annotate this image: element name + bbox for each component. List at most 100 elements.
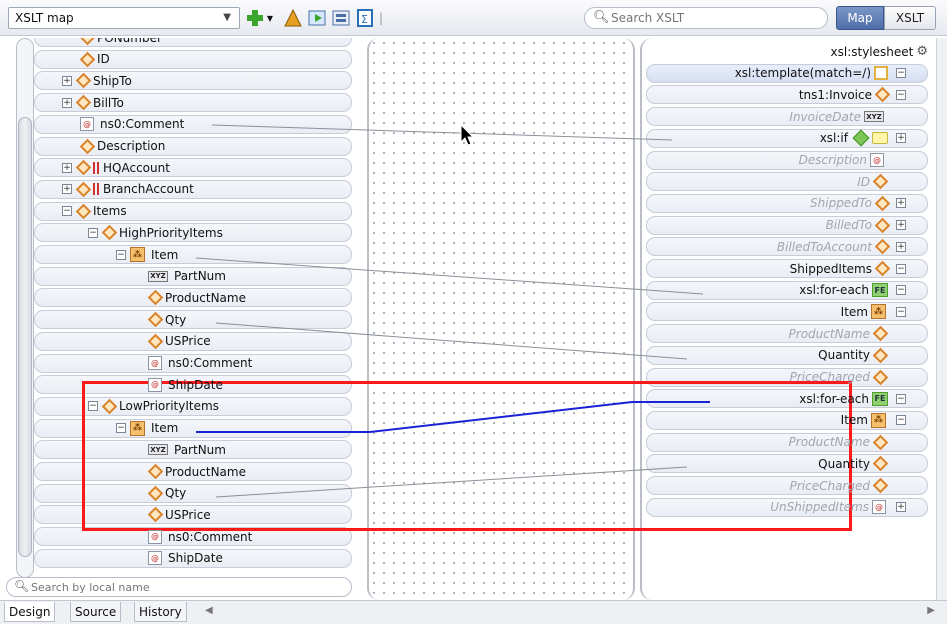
target-tree-row[interactable]: Quantity — [642, 345, 936, 366]
test-icon[interactable] — [306, 7, 328, 29]
expand-icon[interactable]: + — [896, 133, 906, 144]
source-tree-row[interactable]: @ ShipDate — [0, 374, 360, 395]
element-icon — [75, 181, 92, 198]
source-tree-row[interactable]: Qty — [0, 483, 360, 504]
mapping-canvas[interactable] — [367, 38, 635, 600]
expand-icon[interactable]: + — [896, 241, 906, 252]
collapse-icon[interactable]: − — [62, 206, 72, 217]
target-tree-row[interactable]: ProductName — [642, 323, 936, 344]
source-tree-row[interactable]: USPrice — [0, 331, 360, 352]
target-tree-row[interactable]: Item ⁂ − — [642, 301, 936, 322]
target-tree-row[interactable]: BilledToAccount + — [642, 236, 936, 257]
source-node-label: HQAccount — [103, 160, 170, 175]
source-tree-row[interactable]: ProductName — [0, 461, 360, 482]
target-tree-row[interactable]: xsl:stylesheet ⚙ — [642, 41, 936, 62]
local-name-search-input[interactable] — [31, 580, 331, 594]
source-tree-row[interactable]: − HighPriorityItems — [0, 222, 360, 243]
target-tree-row[interactable]: PriceCharged — [642, 367, 936, 388]
tab-source[interactable]: Source — [70, 602, 122, 622]
add-icon[interactable] — [244, 7, 266, 29]
element-icon — [147, 311, 164, 328]
collapse-icon[interactable]: − — [896, 89, 906, 100]
collapse-icon[interactable]: − — [896, 263, 906, 274]
source-tree-row[interactable]: @ ns0:Comment — [0, 114, 360, 135]
source-tree-row[interactable]: @ ShipDate — [0, 548, 360, 569]
target-tree-row[interactable]: InvoiceDate XYZ — [642, 106, 936, 127]
element-icon — [874, 87, 891, 103]
scroll-left-icon[interactable]: ◀ — [205, 605, 213, 616]
source-tree-row[interactable]: ID — [0, 49, 360, 70]
target-tree-scrollbar[interactable] — [936, 38, 947, 600]
expand-icon[interactable]: + — [62, 162, 72, 173]
target-tree-row[interactable]: ProductName — [642, 432, 936, 453]
collapse-icon[interactable]: − — [116, 423, 126, 434]
collapse-icon[interactable]: − — [88, 401, 98, 412]
tab-design[interactable]: Design — [4, 602, 56, 622]
target-tree-row[interactable]: UnShippedItems @ + — [642, 497, 936, 518]
report-icon[interactable]: Σ — [354, 7, 376, 29]
collapse-icon[interactable]: − — [896, 285, 906, 296]
source-node-label: BillTo — [93, 95, 124, 110]
target-tree-row[interactable]: Quantity — [642, 453, 936, 474]
source-tree-row[interactable]: @ ns0:Comment — [0, 353, 360, 374]
element-icon — [874, 217, 891, 233]
collapse-icon[interactable]: − — [116, 249, 126, 260]
target-tree-row[interactable]: tns1:Invoice − — [642, 84, 936, 105]
expand-icon[interactable]: + — [62, 184, 72, 195]
source-tree-row[interactable]: + BranchAccount — [0, 179, 360, 200]
source-tree-row[interactable]: − LowPriorityItems — [0, 396, 360, 417]
target-tree-row[interactable]: ShippedItems − — [642, 258, 936, 279]
expand-icon[interactable]: + — [896, 198, 906, 209]
source-tree-row[interactable]: PONumber — [0, 38, 360, 48]
source-tree-row[interactable]: − ⁂ Item — [0, 244, 360, 265]
source-tree-row[interactable]: XYZ PartNum — [0, 439, 360, 460]
target-tree-row[interactable]: xsl:template(match=/) − — [642, 63, 936, 84]
local-name-search-box[interactable]: 🔍︎ — [6, 577, 352, 597]
tab-history[interactable]: History — [134, 602, 187, 622]
source-tree-row[interactable]: Qty — [0, 309, 360, 330]
collapse-icon[interactable]: − — [896, 393, 906, 404]
target-tree-row[interactable]: xsl:for-each FE − — [642, 388, 936, 409]
choice-marker-icon — [93, 183, 99, 196]
source-tree-row[interactable]: + ShipTo — [0, 70, 360, 91]
source-tree-row[interactable]: @ ns0:Comment — [0, 526, 360, 547]
target-tree-row[interactable]: BilledTo + — [642, 215, 936, 236]
expand-icon[interactable]: + — [896, 502, 906, 513]
collapse-icon[interactable]: − — [896, 415, 906, 426]
map-selector-combo[interactable]: XSLT map ▼ — [8, 7, 240, 29]
target-tree-row[interactable]: Description @ — [642, 150, 936, 171]
xslt-search-box[interactable]: 🔍︎ — [584, 7, 828, 29]
source-tree-row[interactable]: ProductName — [0, 287, 360, 308]
target-tree-row[interactable]: xsl:if + — [642, 128, 936, 149]
xslt-search-input[interactable] — [611, 10, 821, 26]
execute-icon[interactable] — [330, 7, 352, 29]
collapse-icon[interactable]: − — [88, 227, 98, 238]
xslt-view-button[interactable]: XSLT — [884, 6, 936, 30]
source-tree-row[interactable]: XYZ PartNum — [0, 266, 360, 287]
element-icon — [147, 507, 164, 523]
target-tree-row[interactable]: PriceCharged — [642, 475, 936, 496]
target-tree-row[interactable]: Item ⁂ − — [642, 410, 936, 431]
scroll-right-icon[interactable]: ▶ — [927, 605, 935, 616]
attribute-icon: @ — [148, 529, 162, 544]
collapse-icon[interactable]: − — [896, 68, 906, 79]
source-tree-row[interactable]: + HQAccount — [0, 157, 360, 178]
horizontal-scrollbar[interactable]: ◀ ▶ — [205, 605, 935, 619]
target-tree-row[interactable]: ID — [642, 171, 936, 192]
target-tree-row[interactable]: ShippedTo + — [642, 193, 936, 214]
expand-icon[interactable]: + — [62, 75, 72, 86]
target-tree-row[interactable]: xsl:for-each FE − — [642, 280, 936, 301]
source-tree-row[interactable]: − Items — [0, 201, 360, 222]
source-tree-row[interactable]: Description — [0, 136, 360, 157]
expand-icon[interactable]: + — [896, 220, 906, 231]
add-dropdown-icon[interactable]: ▼ — [264, 7, 276, 29]
map-view-button[interactable]: Map — [836, 6, 884, 30]
source-tree-row[interactable]: + BillTo — [0, 92, 360, 113]
node-icons — [872, 325, 890, 342]
auto-map-icon[interactable] — [282, 7, 304, 29]
collapse-icon[interactable]: − — [896, 306, 906, 317]
chevron-down-icon[interactable]: ▼ — [223, 12, 231, 23]
source-tree-row[interactable]: − ⁂ Item — [0, 418, 360, 439]
expand-icon[interactable]: + — [62, 97, 72, 108]
source-tree-row[interactable]: USPrice — [0, 504, 360, 525]
